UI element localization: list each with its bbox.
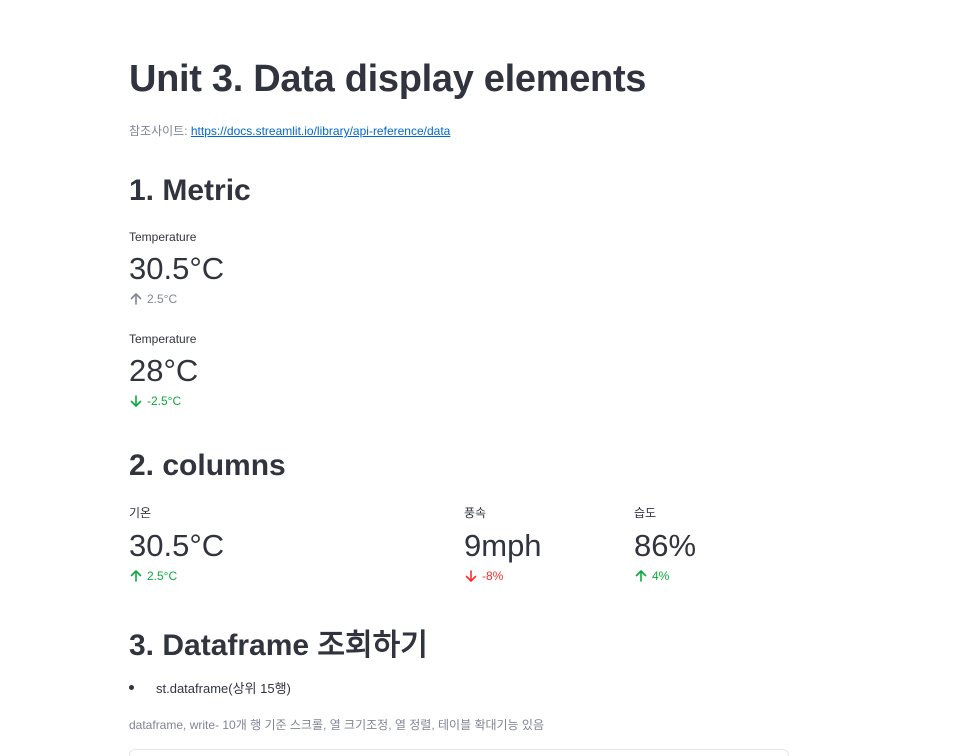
list-item-text: st.dataframe(상위 15행) <box>156 681 291 696</box>
section-heading-dataframe: 3. Dataframe 조회하기 <box>129 629 428 662</box>
page-title: Unit 3. Data display elements <box>129 58 647 100</box>
bullet-dot <box>129 685 134 690</box>
reference-link[interactable]: https://docs.streamlit.io/library/api-re… <box>191 124 450 138</box>
streamlit-page: Unit 3. Data display elements 참조사이트: htt… <box>0 0 972 756</box>
metric-delta: 4% <box>634 569 696 583</box>
metric-value: 86% <box>634 528 697 563</box>
metric-delta-value: -2.5°C <box>147 394 182 408</box>
metric-delta-value: 2.5°C <box>147 569 178 583</box>
column-metric-humidity: 습도 86% 4% <box>634 504 696 583</box>
metric-temperature-2: Temperature 28°C -2.5°C <box>129 332 198 408</box>
metric-value: 28°C <box>129 353 199 388</box>
arrow-down-icon <box>465 570 477 582</box>
metric-label: Temperature <box>129 230 197 244</box>
metric-label: 기온 <box>129 506 152 520</box>
metric-value: 30.5°C <box>129 528 225 563</box>
reference-line: 참조사이트: https://docs.streamlit.io/library… <box>129 122 450 139</box>
dataframe-caption: dataframe, write- 10개 행 기준 스크롤, 열 크기조정, … <box>129 718 545 732</box>
arrow-up-icon <box>130 570 142 582</box>
reference-label: 참조사이트: <box>129 124 191 138</box>
metric-delta: -8% <box>464 569 542 583</box>
metric-delta: -2.5°C <box>129 394 198 408</box>
dataframe-table[interactable] <box>129 749 789 756</box>
section-heading-metric: 1. Metric <box>129 174 251 207</box>
list-item: st.dataframe(상위 15행) <box>129 678 291 697</box>
metric-value: 30.5°C <box>129 251 225 286</box>
metric-label: Temperature <box>129 332 197 346</box>
arrow-up-icon <box>130 293 142 305</box>
arrow-down-icon <box>130 395 142 407</box>
metric-delta: 2.5°C <box>129 569 224 583</box>
metric-delta-value: 2.5°C <box>147 292 178 306</box>
column-metric-wind-speed: 풍속 9mph -8% <box>464 504 542 583</box>
arrow-up-icon <box>635 570 647 582</box>
metric-delta-value: -8% <box>482 569 504 583</box>
metric-value: 9mph <box>464 528 542 563</box>
metric-delta: 2.5°C <box>129 292 224 306</box>
column-metric-temperature: 기온 30.5°C 2.5°C <box>129 504 224 583</box>
metric-delta-value: 4% <box>652 569 670 583</box>
metric-temperature-1: Temperature 30.5°C 2.5°C <box>129 230 224 306</box>
section-heading-columns: 2. columns <box>129 449 286 482</box>
metric-label: 습도 <box>634 506 657 520</box>
metric-label: 풍속 <box>464 506 487 520</box>
